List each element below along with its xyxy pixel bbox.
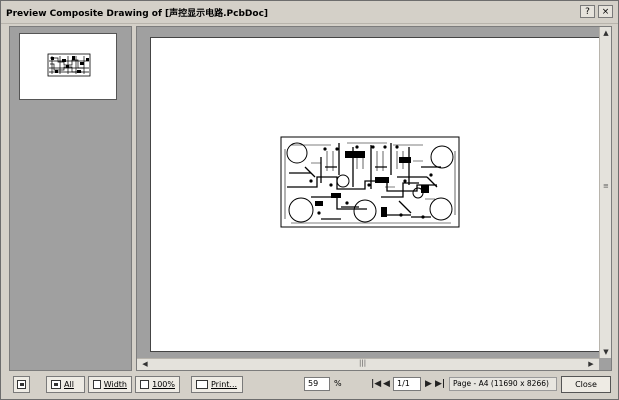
fit-all-icon bbox=[51, 380, 61, 389]
previous-page-icon[interactable]: ◀ bbox=[383, 377, 390, 391]
scroll-grip-icon: ≡ bbox=[603, 182, 609, 190]
thumbnail-icon bbox=[17, 380, 26, 389]
fit-width-button[interactable]: Width bbox=[88, 376, 132, 393]
fit-width-label: Width bbox=[103, 380, 127, 389]
preview-window: Preview Composite Drawing of [声控显示电路.Pcb… bbox=[0, 0, 619, 400]
first-page-icon[interactable]: |◀ bbox=[371, 377, 381, 391]
page-size-info: Page - A4 (11690 x 8266) bbox=[449, 377, 557, 391]
last-page-icon[interactable]: ▶| bbox=[435, 377, 445, 391]
print-label: Print... bbox=[211, 380, 238, 389]
printer-icon bbox=[196, 380, 208, 389]
actual-size-icon bbox=[140, 380, 150, 389]
horizontal-scrollbar[interactable]: ◀ ||| ▶ bbox=[137, 358, 599, 370]
window-title: Preview Composite Drawing of [声控显示电路.Pcb… bbox=[6, 9, 269, 19]
next-page-icon[interactable]: ▶ bbox=[425, 377, 432, 391]
thumbnail-toggle-button[interactable] bbox=[13, 376, 30, 393]
pcb-board-image bbox=[280, 136, 460, 228]
zoom-100-label: 100% bbox=[152, 380, 175, 389]
scroll-down-arrow-icon[interactable]: ▼ bbox=[600, 347, 612, 357]
page-thumbnail[interactable] bbox=[19, 33, 117, 100]
print-button[interactable]: Print... bbox=[191, 376, 243, 393]
thumbnail-board-image bbox=[47, 53, 91, 77]
scroll-grip-icon: ||| bbox=[359, 359, 367, 367]
scroll-left-arrow-icon[interactable]: ◀ bbox=[139, 359, 151, 369]
fit-all-label: All bbox=[64, 380, 74, 389]
zoom-100-button[interactable]: 100% bbox=[135, 376, 180, 393]
fit-width-icon bbox=[93, 380, 101, 389]
page-number-input[interactable]: 1/1 bbox=[393, 377, 421, 391]
zoom-unit: % bbox=[334, 379, 342, 388]
scroll-right-arrow-icon[interactable]: ▶ bbox=[585, 359, 597, 369]
preview-pane: ▲ ≡ ▼ ◀ ||| ▶ bbox=[136, 26, 612, 371]
vertical-scrollbar[interactable]: ▲ ≡ ▼ bbox=[599, 27, 611, 358]
help-button[interactable]: ? bbox=[580, 5, 595, 18]
fit-all-button[interactable]: All bbox=[46, 376, 85, 393]
close-button[interactable]: Close bbox=[561, 376, 611, 393]
zoom-input[interactable]: 59 bbox=[304, 377, 330, 391]
close-window-button[interactable]: × bbox=[598, 5, 613, 18]
preview-page bbox=[150, 37, 601, 352]
scroll-up-arrow-icon[interactable]: ▲ bbox=[600, 28, 612, 38]
title-bar: Preview Composite Drawing of [声控显示电路.Pcb… bbox=[1, 1, 618, 24]
thumbnail-pane bbox=[9, 26, 132, 371]
